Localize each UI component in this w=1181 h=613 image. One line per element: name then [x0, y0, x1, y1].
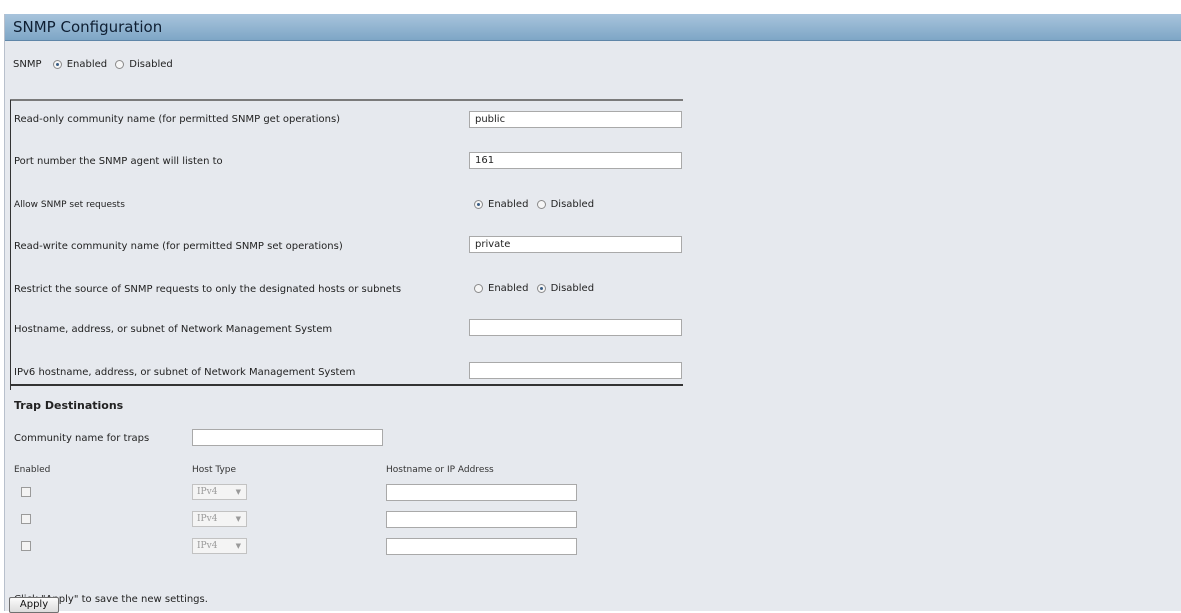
port-number-input[interactable] [469, 152, 682, 169]
chevron-down-icon: ▼ [235, 488, 241, 496]
host-type-value: IPv4 [197, 541, 218, 551]
title-bar: SNMP Configuration [5, 14, 1181, 41]
restrict-enabled-radio[interactable] [474, 284, 483, 293]
port-number-label: Port number the SNMP agent will listen t… [14, 156, 223, 167]
host-type-value: IPv4 [197, 487, 218, 497]
col-host-type-header: Host Type [192, 465, 237, 475]
allow-set-toggle: Enabled Disabled [474, 199, 599, 211]
trap-row-address-input[interactable] [386, 538, 577, 555]
snmp-disabled-label: Disabled [129, 59, 173, 70]
col-address-header: Hostname or IP Address [386, 465, 494, 475]
nms-label: Hostname, address, or subnet of Network … [14, 324, 333, 335]
chevron-down-icon: ▼ [235, 542, 241, 550]
section-border [10, 100, 11, 390]
col-enabled-header: Enabled [14, 465, 51, 475]
allow-set-disabled-radio[interactable] [536, 200, 546, 209]
allow-set-enabled-label: Enabled [488, 199, 529, 210]
trap-row-enabled-checkbox[interactable] [21, 487, 31, 497]
restrict-source-label: Restrict the source of SNMP requests to … [14, 284, 402, 295]
snmp-enabled-label: Enabled [66, 59, 108, 70]
snmp-label: SNMP [13, 59, 42, 70]
trap-row-host-type-select[interactable]: IPv4 ▼ [192, 511, 247, 527]
traps-divider [10, 384, 683, 386]
read-write-community-input[interactable] [469, 236, 682, 253]
trap-community-input[interactable] [192, 429, 383, 446]
restrict-enabled-label: Enabled [488, 283, 529, 294]
allow-set-enabled-radio[interactable] [474, 200, 483, 209]
read-only-community-input[interactable] [469, 111, 682, 128]
trap-community-label: Community name for traps [14, 433, 150, 444]
allow-set-requests-label: Allow SNMP set requests [14, 200, 125, 210]
snmp-disabled-radio[interactable] [115, 60, 125, 69]
section-divider [10, 99, 683, 101]
restrict-disabled-radio[interactable] [536, 284, 546, 293]
page-title: SNMP Configuration [13, 18, 163, 36]
trap-row-address-input[interactable] [386, 511, 577, 528]
trap-row-host-type-select[interactable]: IPv4 ▼ [192, 484, 247, 500]
snmp-enabled-radio[interactable] [52, 60, 62, 69]
host-type-value: IPv4 [197, 514, 218, 524]
trap-row-host-type-select[interactable]: IPv4 ▼ [192, 538, 247, 554]
read-only-community-label: Read-only community name (for permitted … [14, 114, 341, 125]
trap-row-enabled-checkbox[interactable] [21, 541, 31, 551]
restrict-disabled-label: Disabled [550, 283, 595, 294]
ipv6-nms-label: IPv6 hostname, address, or subnet of Net… [14, 367, 356, 378]
trap-destinations-heading: Trap Destinations [14, 399, 124, 412]
nms-input[interactable] [469, 319, 682, 336]
ipv6-nms-input[interactable] [469, 362, 682, 379]
trap-row-enabled-checkbox[interactable] [21, 514, 31, 524]
read-write-community-label: Read-write community name (for permitted… [14, 241, 343, 252]
snmp-config-panel: SNMP Configuration SNMP Enabled Disabled… [4, 14, 1181, 611]
allow-set-disabled-label: Disabled [550, 199, 595, 210]
chevron-down-icon: ▼ [235, 515, 241, 523]
restrict-source-toggle: Enabled Disabled [474, 283, 599, 295]
snmp-toggle: SNMP Enabled Disabled [13, 59, 178, 71]
trap-row-address-input[interactable] [386, 484, 577, 501]
